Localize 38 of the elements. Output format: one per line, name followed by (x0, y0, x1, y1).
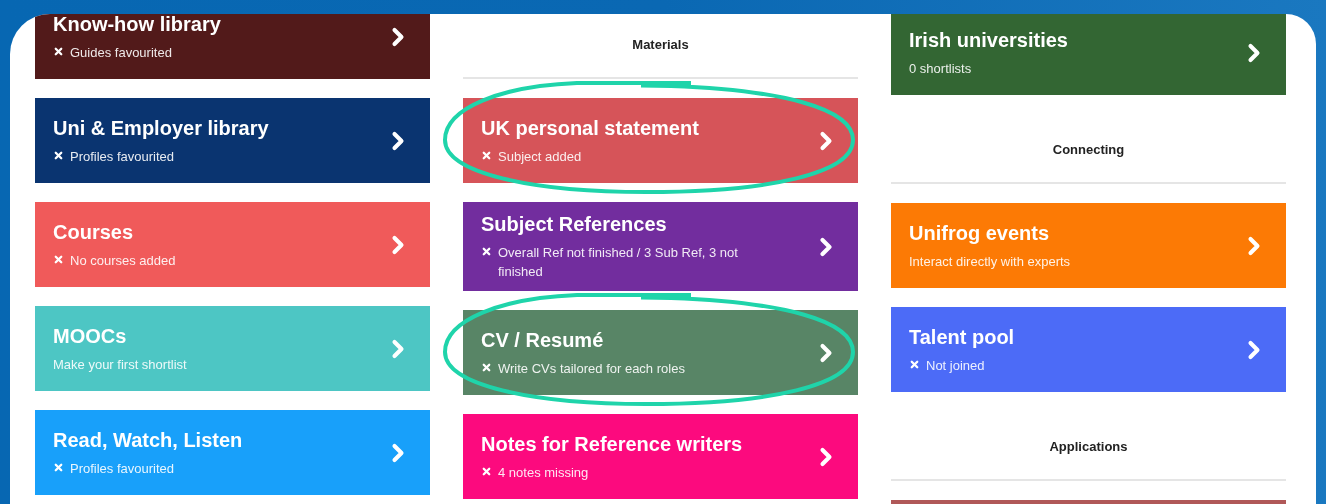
card-subtitle: Subject added (498, 147, 582, 166)
card-title: UK personal statement (481, 115, 699, 141)
menu-card[interactable]: Courses No courses added (35, 202, 430, 287)
card-title: Talent pool (909, 324, 1015, 350)
section-heading: Materials (632, 36, 689, 54)
card-subtitle: Guides favourited (70, 43, 172, 62)
section-heading: Applications (1049, 438, 1128, 456)
menu-card[interactable]: Uni & Employer library Profiles favourited (35, 98, 430, 183)
card-title: Irish universities (909, 27, 1068, 53)
menu-card[interactable]: Talent pool Not joined (891, 307, 1286, 392)
menu-card[interactable]: Subject References Overall Ref not finished / 3 Sub Ref, 3 not finished (463, 202, 858, 291)
card-title: Read, Watch, Listen (53, 427, 243, 453)
section-heading: Connecting (1052, 141, 1125, 159)
card-title: Know-how library (53, 14, 221, 37)
card-subtitle: Interact directly with experts (909, 252, 1071, 271)
card-title: Uni & Employer library (53, 115, 269, 141)
card-title: Unifrog events (909, 220, 1051, 246)
menu-card[interactable]: CV / Resumé Write CVs tailored for each roles (463, 310, 858, 395)
menu-card[interactable]: UK personal statement Subject added (463, 98, 858, 183)
card-subtitle: Profiles favourited (70, 459, 175, 478)
card-title: MOOCs (53, 323, 128, 349)
card-subtitle: Make your first shortlist (53, 355, 187, 374)
menu-card[interactable]: Notes for Reference writers 4 notes missing (463, 414, 858, 499)
card-title: CV / Resumé (481, 327, 605, 353)
menu-card[interactable]: Unifrog events Interact directly with experts (891, 203, 1286, 288)
card-title: Notes for Reference writers (481, 431, 743, 457)
menu-card[interactable]: Read, Watch, Listen Profiles favourited (35, 410, 430, 495)
card-subtitle: 0 shortlists (909, 59, 972, 78)
card-title: Courses (53, 219, 135, 245)
card-subtitle: Not joined (926, 356, 985, 375)
card-subtitle: Profiles favourited (70, 147, 175, 166)
card-subtitle: Write CVs tailored for each roles (498, 359, 685, 378)
card-subtitle: No courses added (70, 251, 176, 270)
card-subtitle: 4 notes missing (498, 463, 589, 482)
card-title: Subject References (481, 212, 668, 237)
menu-card[interactable]: Know-how library Guides favourited (35, 14, 430, 79)
card-subtitle: Overall Ref not finished / 3 Sub Ref, 3 not finished (498, 244, 739, 281)
menu-card[interactable]: Irish universities 0 shortlists (891, 14, 1286, 95)
